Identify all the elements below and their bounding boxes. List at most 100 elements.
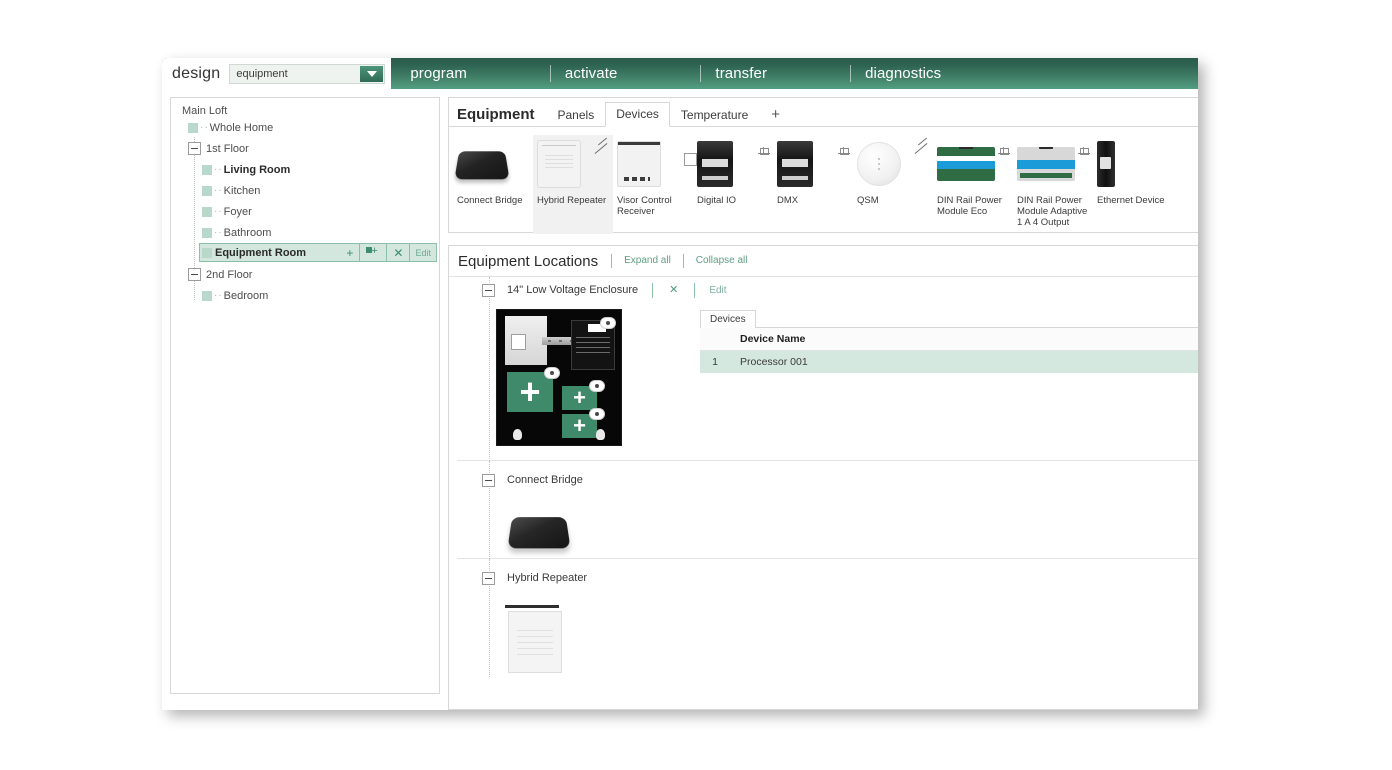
din-rail-power-module-adaptive-thumb-icon bbox=[1017, 137, 1091, 191]
tree-item-living-room[interactable]: ·· Living Room bbox=[171, 159, 439, 180]
row-device-name: Processor 001 bbox=[730, 350, 1198, 373]
location-name: Hybrid Repeater bbox=[507, 572, 588, 584]
tab-temperature[interactable]: Temperature bbox=[670, 103, 759, 127]
enclosure-callout-badge bbox=[589, 380, 605, 392]
nav-item-activate[interactable]: activate bbox=[551, 58, 618, 89]
chevron-down-icon[interactable] bbox=[360, 65, 384, 82]
location-section-body bbox=[449, 591, 1198, 677]
device-palette-item-qsm[interactable]: QSM bbox=[853, 135, 933, 234]
area-icon bbox=[202, 206, 212, 217]
nav-item-diagnostics[interactable]: diagnostics bbox=[851, 58, 941, 89]
tree-dots: ·· bbox=[214, 206, 223, 217]
content-area: Equipment Panels Devices Temperature + C… bbox=[448, 97, 1198, 710]
collapse-icon[interactable] bbox=[482, 283, 495, 297]
tree-item-foyer[interactable]: ·· Foyer bbox=[171, 201, 439, 222]
tree-item-kitchen[interactable]: ·· Kitchen bbox=[171, 180, 439, 201]
tree-item-equipment-room[interactable]: Equipment Room + ✕ Edit bbox=[199, 243, 437, 262]
connect-bridge-thumb-icon[interactable] bbox=[507, 517, 571, 549]
device-palette-label: DIN Rail Power Module Adaptive 1 A 4 Out… bbox=[1017, 195, 1088, 228]
area-tree-panel: Main Loft ·· Whole Home 1st Floor ·· Liv… bbox=[170, 97, 440, 694]
device-palette-item-visor-control-receiver[interactable]: Visor Control Receiver bbox=[613, 135, 711, 234]
location-section-header[interactable]: 14" Low Voltage Enclosure ✕ Edit bbox=[449, 277, 1198, 303]
tree-item-label: Bathroom bbox=[223, 226, 272, 239]
device-palette-item-digital-io[interactable]: Digital IO bbox=[693, 135, 773, 234]
area-icon bbox=[202, 164, 212, 175]
tree-item-whole-home[interactable]: ·· Whole Home bbox=[171, 117, 439, 138]
tree-item-bathroom[interactable]: ·· Bathroom bbox=[171, 222, 439, 243]
connector-icon bbox=[997, 147, 1011, 161]
nav-items: program activate transfer diagnostics bbox=[391, 58, 1198, 89]
collapse-icon[interactable] bbox=[188, 142, 201, 155]
tree-item-bedroom[interactable]: ·· Bedroom bbox=[171, 285, 439, 306]
tree-item-actions: + ✕ Edit bbox=[340, 244, 436, 261]
nav-item-program[interactable]: program bbox=[396, 58, 467, 89]
tree-item-label: Bedroom bbox=[223, 289, 269, 302]
location-section-header[interactable]: Hybrid Repeater bbox=[449, 559, 1198, 591]
connector-icon bbox=[757, 147, 771, 161]
add-tab-button[interactable]: + bbox=[759, 107, 790, 126]
tree-item-label: 2nd Floor bbox=[206, 268, 253, 281]
digital-io-thumb-icon bbox=[697, 137, 771, 191]
collapse-icon[interactable] bbox=[188, 268, 201, 281]
design-mode-group: design equipment bbox=[162, 58, 392, 89]
equipment-locations-list[interactable]: 14" Low Voltage Enclosure ✕ Edit + + + D… bbox=[449, 277, 1198, 709]
tree-item-2nd-floor[interactable]: 2nd Floor bbox=[171, 264, 439, 285]
tab-devices[interactable]: Devices bbox=[605, 102, 670, 127]
location-section-connect-bridge: Connect Bridge bbox=[449, 461, 1198, 559]
equipment-panel-title: Equipment bbox=[457, 106, 535, 123]
connect-bridge-thumb-icon bbox=[454, 137, 529, 191]
tree-dots: ·· bbox=[214, 185, 223, 196]
location-section-header[interactable]: Connect Bridge bbox=[449, 461, 1198, 493]
tree-item-1st-floor[interactable]: 1st Floor bbox=[171, 138, 439, 159]
row-index: 1 bbox=[700, 350, 730, 373]
connector-icon bbox=[1077, 147, 1091, 161]
device-palette-item-din-rail-power-module-eco[interactable]: DIN Rail Power Module Eco bbox=[933, 135, 1013, 234]
collapse-icon[interactable] bbox=[482, 571, 495, 585]
equipment-palette-panel: Equipment Panels Devices Temperature + C… bbox=[448, 97, 1198, 234]
top-navigation-bar: design equipment program activate transf… bbox=[162, 58, 1198, 89]
delete-area-button[interactable]: ✕ bbox=[386, 244, 409, 261]
location-section-body bbox=[449, 493, 1198, 558]
din-rail-power-module-eco-thumb-icon bbox=[937, 137, 1011, 191]
edit-location-button[interactable]: Edit bbox=[694, 282, 740, 298]
collapse-all-button[interactable]: Collapse all bbox=[682, 254, 760, 268]
device-palette-label: Visor Control Receiver bbox=[617, 195, 672, 217]
expand-all-button[interactable]: Expand all bbox=[611, 254, 683, 268]
application-body: Main Loft ·· Whole Home 1st Floor ·· Liv… bbox=[162, 89, 1198, 710]
enclosure-diagram[interactable]: + + + bbox=[496, 309, 622, 446]
enclosure-callout-badge bbox=[589, 408, 605, 420]
app-title: design bbox=[172, 64, 221, 82]
device-palette-item-dmx[interactable]: DMX bbox=[773, 135, 853, 234]
devices-table-wrapper: Devices Device Name 1 Processor 001 bbox=[700, 309, 1198, 446]
tree-dots: ·· bbox=[214, 290, 223, 301]
area-icon bbox=[202, 185, 212, 196]
nav-item-transfer[interactable]: transfer bbox=[701, 58, 767, 89]
device-palette-item-hybrid-repeater[interactable]: Hybrid Repeater bbox=[533, 135, 613, 234]
device-palette-item-din-rail-power-module-adaptive[interactable]: DIN Rail Power Module Adaptive 1 A 4 Out… bbox=[1013, 135, 1093, 234]
hybrid-repeater-thumb-icon[interactable] bbox=[505, 605, 562, 673]
device-palette-label: DMX bbox=[777, 195, 799, 206]
add-area-icon[interactable] bbox=[359, 244, 386, 261]
devices-tab[interactable]: Devices bbox=[700, 310, 756, 328]
hybrid-repeater-thumb-icon bbox=[537, 137, 609, 191]
tree-root-label: Main Loft bbox=[182, 105, 228, 117]
edit-area-button[interactable]: Edit bbox=[409, 244, 436, 261]
area-icon bbox=[202, 248, 212, 258]
add-area-button[interactable]: + bbox=[340, 244, 359, 261]
device-palette-item-connect-bridge[interactable]: Connect Bridge bbox=[453, 135, 533, 234]
ethernet-device-thumb-icon bbox=[1097, 137, 1169, 191]
enclosure-bulb-icon bbox=[513, 429, 522, 440]
table-row[interactable]: 1 Processor 001 bbox=[700, 350, 1198, 373]
collapse-icon[interactable] bbox=[482, 473, 495, 487]
tree-item-label: Living Room bbox=[223, 163, 291, 176]
tree-dots: ·· bbox=[214, 227, 223, 238]
device-palette-item-ethernet-device[interactable]: Ethernet Device bbox=[1093, 135, 1173, 234]
delete-location-button[interactable]: ✕ bbox=[652, 282, 694, 298]
area-icon bbox=[188, 122, 198, 133]
equipment-locations-title: Equipment Locations bbox=[458, 252, 599, 270]
tab-panels[interactable]: Panels bbox=[547, 103, 606, 127]
enclosure-panel-left bbox=[505, 316, 547, 365]
mode-select[interactable]: equipment bbox=[229, 63, 386, 84]
enclosure-bulb-icon bbox=[596, 429, 605, 440]
equipment-locations-panel: Equipment Locations Expand all Collapse … bbox=[448, 245, 1198, 710]
